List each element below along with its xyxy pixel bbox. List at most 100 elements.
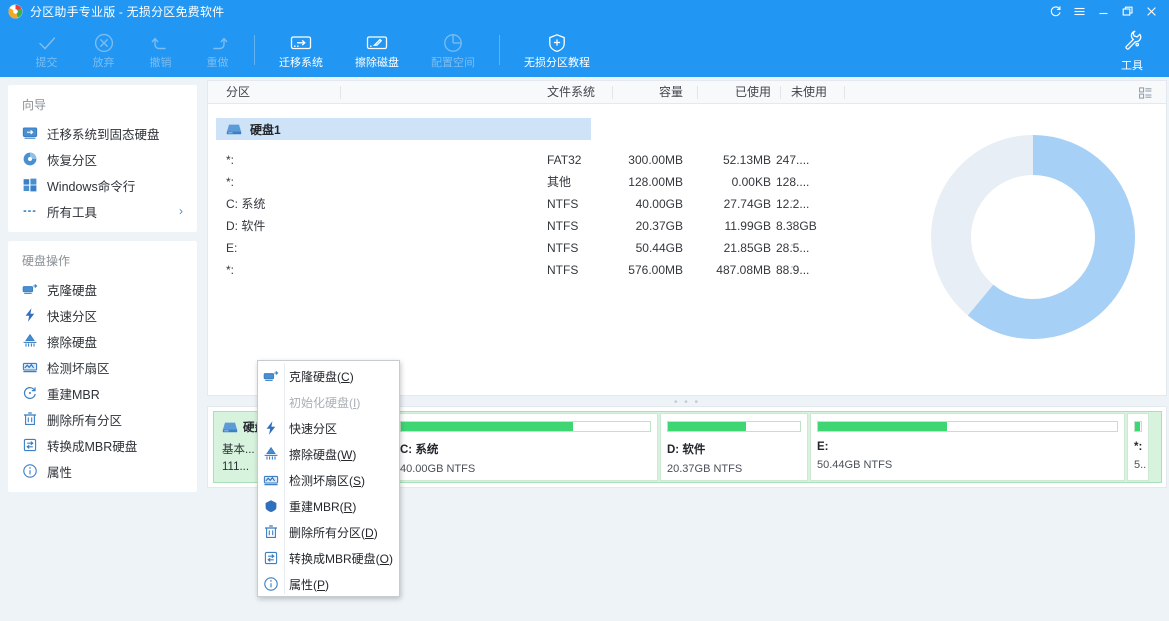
context-menu-item-wipe-disk[interactable]: 擦除硬盘(W) xyxy=(258,441,399,467)
cell-capacity: 300.00MB xyxy=(598,149,683,171)
shield-plus-icon xyxy=(546,32,568,54)
sidebar-item-rebuild-mbr[interactable]: 重建MBR xyxy=(8,380,197,406)
toolbar-partition-tutorial-button[interactable]: 无损分区教程 xyxy=(508,23,606,77)
sidebar-item-migrate-os-to-ssd[interactable]: 迁移系统到固态硬盘 xyxy=(8,120,197,146)
disk-map-partition-4[interactable]: E: 50.44GB NTFS xyxy=(810,413,1125,481)
context-menu-item-rebuild-mbr[interactable]: 重建MBR(R) xyxy=(258,493,399,519)
context-menu-item-label: 重建MBR(R) xyxy=(284,498,356,515)
convert-mbr-icon xyxy=(22,437,38,453)
sidebar-item-properties[interactable]: 属性 xyxy=(8,458,197,484)
delete-partitions-icon xyxy=(258,524,284,540)
sidebar-item-convert-to-mbr-disk[interactable]: 转换成MBR硬盘 xyxy=(8,432,197,458)
clone-disk-icon xyxy=(258,368,284,384)
context-menu-item-properties[interactable]: 属性(P) xyxy=(258,571,399,597)
cell-unused: 28.5... xyxy=(776,237,826,259)
column-header-used[interactable]: 已使用 xyxy=(711,81,771,104)
cell-partition: C: 系统 xyxy=(226,193,265,215)
sidebar-item-quick-partition[interactable]: 快速分区 xyxy=(8,302,197,328)
sidebar-item-label: 转换成MBR硬盘 xyxy=(47,436,137,455)
sidebar-item-check-bad-sector[interactable]: 检测坏扇区 xyxy=(8,354,197,380)
toolbar-item-label: 提交 xyxy=(36,57,58,69)
context-menu-item-quick-partition[interactable]: 快速分区 xyxy=(258,415,399,441)
toolbar-allocate-space-button[interactable]: 配置空间 xyxy=(415,23,491,77)
toolbar-divider xyxy=(254,35,255,65)
sidebar-item-recover-partition[interactable]: 恢复分区 xyxy=(8,146,197,172)
recover-partition-icon xyxy=(22,151,38,167)
toolbar-migrate-os-button[interactable]: 迁移系统 xyxy=(263,23,339,77)
disk-map-partition-5[interactable]: *: 5.. xyxy=(1127,413,1149,481)
context-menu-item-label: 快速分区 xyxy=(284,420,337,437)
rebuild-mbr-icon xyxy=(22,385,38,401)
partition-label: E: xyxy=(817,441,1118,453)
cell-used: 11.99GB xyxy=(688,215,771,237)
sidebar-item-label: 检测坏扇区 xyxy=(47,358,110,377)
sidebar-item-label: 重建MBR xyxy=(47,384,100,403)
cell-capacity: 40.00GB xyxy=(598,193,683,215)
maximize-restore-icon[interactable] xyxy=(1115,0,1139,23)
context-menu-item-label: 删除所有分区(D) xyxy=(284,524,378,541)
toolbar-redo-button[interactable]: 重做 xyxy=(189,23,246,77)
sidebar-item-label: 删除所有分区 xyxy=(47,410,122,429)
column-divider[interactable] xyxy=(780,86,781,99)
row-overflow-marker xyxy=(791,266,793,268)
toolbar-wipe-disk-button[interactable]: 擦除磁盘 xyxy=(339,23,415,77)
usage-bar xyxy=(817,421,1118,432)
cell-capacity: 576.00MB xyxy=(598,259,683,281)
sidebar-item-label: 恢复分区 xyxy=(47,150,97,169)
cell-filesystem: NTFS xyxy=(547,215,578,237)
convert-mbr-icon xyxy=(258,550,284,566)
context-menu-item-clone-disk[interactable]: 克隆硬盘(C) xyxy=(258,363,399,389)
context-menu-item-initialize-disk[interactable]: 初始化硬盘(I) xyxy=(258,389,399,415)
context-menu-item-delete-all-partitions[interactable]: 删除所有分区(D) xyxy=(258,519,399,545)
sidebar-item-label: 擦除硬盘 xyxy=(47,332,97,351)
context-menu-item-convert-to-mbr-disk[interactable]: 转换成MBR硬盘(O) xyxy=(258,545,399,571)
cell-filesystem: NTFS xyxy=(547,193,578,215)
sidebar-item-wipe-disk[interactable]: 擦除硬盘 xyxy=(8,328,197,354)
hamburger-menu-icon[interactable] xyxy=(1067,0,1091,23)
disk-map-partition-2[interactable]: C: 系统 40.00GB NTFS xyxy=(393,413,658,481)
toolbar-divider xyxy=(499,35,500,65)
allocate-space-icon xyxy=(442,32,464,54)
toolbar-item-label: 放弃 xyxy=(93,57,115,69)
main-toolbar: 提交 放弃 撤销 重做 xyxy=(0,23,1169,77)
partition-assistant-window: 分区助手专业版 - 无损分区免费软件 xyxy=(0,0,1169,621)
cell-used: 27.74GB xyxy=(688,193,771,215)
toolbar-discard-button[interactable]: 放弃 xyxy=(75,23,132,77)
column-divider[interactable] xyxy=(340,86,341,99)
sidebar-item-windows-command-line[interactable]: Windows命令行 xyxy=(8,172,197,198)
refresh-icon[interactable] xyxy=(1043,0,1067,23)
partition-meta: 40.00GB NTFS xyxy=(400,463,651,475)
sidebar-item-clone-disk[interactable]: 克隆硬盘 xyxy=(8,276,197,302)
sidebar-item-delete-all-partitions[interactable]: 删除所有分区 xyxy=(8,406,197,432)
toolbar-undo-button[interactable]: 撤销 xyxy=(132,23,189,77)
hard-disk-icon xyxy=(222,421,238,434)
toolbar-tools-button[interactable]: 工具 xyxy=(1107,23,1157,77)
cell-partition: *: xyxy=(226,149,234,171)
column-header-unused[interactable]: 未使用 xyxy=(791,81,827,104)
cell-used: 52.13MB xyxy=(688,149,771,171)
hard-disk-icon xyxy=(226,123,242,136)
sidebar-item-all-tools[interactable]: 所有工具 › xyxy=(8,198,197,224)
close-icon[interactable] xyxy=(1139,0,1163,23)
list-grid-view-icon[interactable] xyxy=(1139,87,1152,102)
table-disk-group-row[interactable]: 硬盘1 xyxy=(216,118,591,140)
toolbar-commit-button[interactable]: 提交 xyxy=(18,23,75,77)
column-divider[interactable] xyxy=(844,86,845,99)
sidebar: 向导 迁移系统到固态硬盘 xyxy=(0,77,205,621)
cell-partition: D: 软件 xyxy=(226,215,265,237)
context-menu-item-check-bad-sector[interactable]: 检测坏扇区(S) xyxy=(258,467,399,493)
minimize-icon[interactable] xyxy=(1091,0,1115,23)
partition-meta: 5.. xyxy=(1134,459,1142,471)
column-divider[interactable] xyxy=(697,86,698,99)
column-header-partition[interactable]: 分区 xyxy=(226,81,250,104)
column-header-filesystem[interactable]: 文件系统 xyxy=(547,81,595,104)
column-header-capacity[interactable]: 容量 xyxy=(627,81,683,104)
cell-capacity: 20.37GB xyxy=(598,215,683,237)
toolbar-item-label: 擦除磁盘 xyxy=(355,57,399,69)
delete-partitions-icon xyxy=(22,411,38,427)
partition-label: *: xyxy=(1134,441,1142,453)
ellipsis-icon xyxy=(22,203,38,219)
column-divider[interactable] xyxy=(612,86,613,99)
disk-map-partition-3[interactable]: D: 软件 20.37GB NTFS xyxy=(660,413,808,481)
cell-partition: *: xyxy=(226,171,234,193)
